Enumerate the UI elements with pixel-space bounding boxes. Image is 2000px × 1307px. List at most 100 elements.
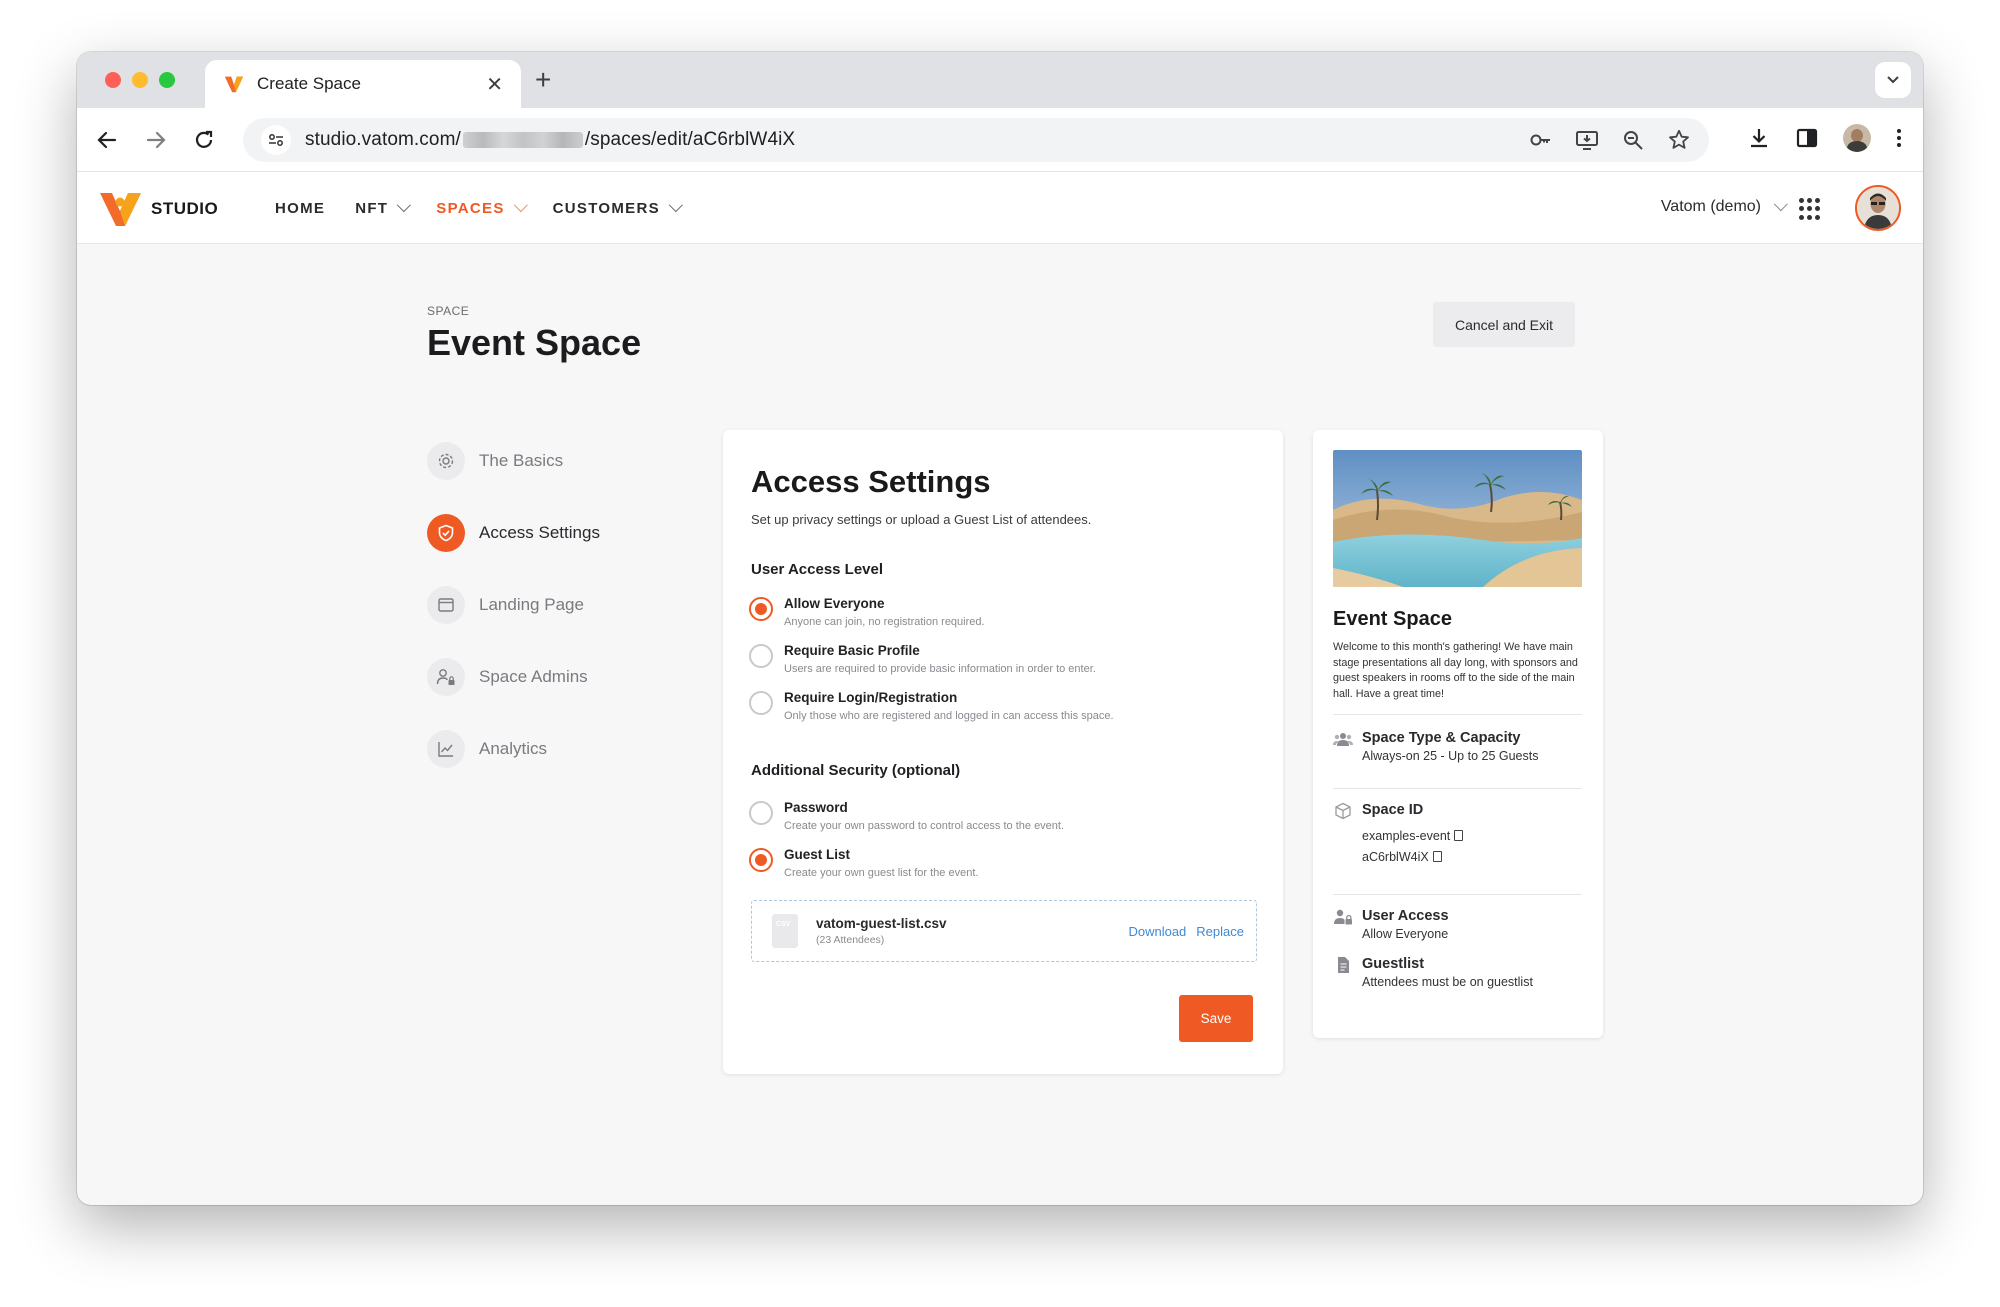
nav-home[interactable]: HOME	[275, 200, 325, 217]
cube-icon	[1335, 802, 1351, 820]
card-subtitle: Set up privacy settings or upload a Gues…	[751, 512, 1092, 527]
radio-button[interactable]	[749, 848, 773, 872]
shield-icon	[438, 524, 454, 542]
browser-toolbar: studio.vatom.com/ /spaces/edit/aC6rblW4i…	[77, 108, 1923, 172]
browser-window-icon	[438, 598, 454, 612]
vatom-logo-icon	[100, 193, 141, 226]
main-nav: HOME NFT SPACES CUSTOMERS	[275, 172, 683, 244]
tab-strip: Create Space ✕ +	[77, 52, 1923, 108]
tab-search-button[interactable]	[1875, 62, 1911, 98]
option-require-login[interactable]: Require Login/Registration Only those wh…	[749, 689, 1114, 722]
copy-icon[interactable]	[1432, 851, 1442, 862]
studio-logo[interactable]: STUDIO	[99, 190, 218, 228]
chevron-down-icon	[1887, 76, 1899, 84]
option-allow-everyone[interactable]: Allow Everyone Anyone can join, no regis…	[749, 595, 985, 628]
page-title: Event Space	[427, 322, 642, 363]
preview-title: Event Space	[1333, 608, 1452, 630]
space-type-label: Space Type & Capacity	[1362, 730, 1521, 746]
access-settings-card: Access Settings Set up privacy settings …	[723, 430, 1283, 1074]
url-host: studio.vatom.com/	[305, 129, 461, 150]
save-button[interactable]: Save	[1179, 995, 1253, 1042]
url-path: /spaces/edit/aC6rblW4iX	[584, 129, 796, 150]
option-password[interactable]: Password Create your own password to con…	[749, 799, 1064, 832]
option-description: Create your own password to control acce…	[784, 820, 1065, 832]
address-bar[interactable]: studio.vatom.com/ /spaces/edit/aC6rblW4i…	[243, 118, 1709, 162]
side-panel-icon[interactable]	[1795, 126, 1819, 150]
forward-button[interactable]	[140, 124, 172, 156]
radio-button[interactable]	[749, 801, 773, 825]
maximize-window-button[interactable]	[159, 72, 175, 88]
option-description: Anyone can join, no registration require…	[784, 616, 985, 628]
option-guest-list[interactable]: Guest List Create your own guest list fo…	[749, 846, 978, 879]
minimize-window-button[interactable]	[132, 72, 148, 88]
option-label: Guest List	[784, 847, 851, 862]
url-text: studio.vatom.com/ /spaces/edit/aC6rblW4i…	[305, 129, 795, 151]
guestlist-value: Attendees must be on guestlist	[1362, 975, 1533, 989]
copy-icon[interactable]	[1454, 830, 1464, 841]
user-access-value: Allow Everyone	[1362, 927, 1449, 941]
step-space-admins[interactable]: Space Admins	[427, 658, 600, 696]
card-title: Access Settings	[751, 464, 991, 499]
additional-security-heading: Additional Security (optional)	[751, 762, 961, 779]
space-id-section: Space ID examples-event aC6rblW4iX	[1333, 802, 1464, 868]
step-analytics[interactable]: Analytics	[427, 730, 600, 768]
option-description: Users are required to provide basic info…	[784, 663, 1096, 675]
step-label: Access Settings	[479, 523, 600, 542]
reload-button[interactable]	[188, 124, 220, 156]
profile-avatar[interactable]	[1843, 124, 1871, 152]
site-info-icon[interactable]	[261, 125, 291, 155]
redacted-url-segment	[462, 132, 583, 148]
download-icon[interactable]	[1747, 126, 1771, 150]
file-attendee-count: (23 Attendees)	[816, 934, 885, 946]
user-access-section: User Access Allow Everyone	[1333, 908, 1449, 945]
step-landing-page[interactable]: Landing Page	[427, 586, 600, 624]
more-menu-icon[interactable]	[1895, 126, 1903, 150]
steps-sidebar: The Basics Access Settings Landing Page …	[427, 442, 600, 802]
apps-grid-icon[interactable]	[1799, 198, 1821, 220]
guest-list-file: vatom-guest-list.csv (23 Attendees) Down…	[751, 900, 1257, 962]
option-label: Require Basic Profile	[784, 643, 920, 658]
step-the-basics[interactable]: The Basics	[427, 442, 600, 480]
zoom-icon[interactable]	[1621, 128, 1645, 152]
nav-spaces[interactable]: SPACES	[436, 198, 528, 217]
user-access-label: User Access	[1362, 908, 1449, 924]
option-require-basic-profile[interactable]: Require Basic Profile Users are required…	[749, 642, 1096, 675]
radio-button[interactable]	[749, 597, 773, 621]
cancel-and-exit-button[interactable]: Cancel and Exit	[1433, 302, 1575, 347]
nav-label: SPACES	[436, 199, 505, 217]
back-button[interactable]	[91, 124, 123, 156]
logo-text: STUDIO	[151, 199, 219, 218]
step-access-settings[interactable]: Access Settings	[427, 514, 600, 552]
radio-button[interactable]	[749, 691, 773, 715]
preview-description: Welcome to this month's gathering! We ha…	[1333, 641, 1578, 700]
new-tab-button[interactable]: +	[535, 64, 551, 96]
star-icon[interactable]	[1667, 128, 1691, 152]
browser-window: Create Space ✕ + studio.vatom.com/ /spac…	[77, 52, 1923, 1205]
download-link[interactable]: Download	[1128, 924, 1186, 939]
step-label: The Basics	[479, 451, 564, 470]
browser-tab[interactable]: Create Space ✕	[205, 60, 521, 108]
radio-button[interactable]	[749, 644, 773, 668]
account-name: Vatom (demo)	[1660, 198, 1761, 215]
chevron-down-icon	[1773, 197, 1788, 212]
chevron-down-icon	[668, 198, 683, 213]
user-avatar[interactable]	[1855, 185, 1901, 231]
key-icon[interactable]	[1529, 128, 1553, 152]
close-window-button[interactable]	[105, 72, 121, 88]
arrow-left-icon	[97, 131, 117, 149]
install-app-icon[interactable]	[1575, 128, 1599, 152]
chart-line-icon	[438, 742, 453, 757]
close-tab-icon[interactable]: ✕	[486, 72, 503, 97]
step-label: Space Admins	[479, 667, 588, 686]
guestlist-section: Guestlist Attendees must be on guestlist	[1333, 956, 1533, 993]
space-id-code: aC6rblW4iX	[1362, 850, 1429, 864]
guestlist-label: Guestlist	[1362, 956, 1425, 972]
nav-nft[interactable]: NFT	[355, 198, 412, 217]
document-icon	[1338, 957, 1349, 973]
step-label: Analytics	[479, 739, 548, 758]
nav-customers[interactable]: CUSTOMERS	[553, 198, 683, 217]
space-thumbnail	[1333, 450, 1582, 587]
replace-link[interactable]: Replace	[1196, 924, 1244, 939]
account-switcher[interactable]: Vatom (demo)	[1660, 197, 1788, 216]
nav-label: NFT	[355, 199, 389, 217]
